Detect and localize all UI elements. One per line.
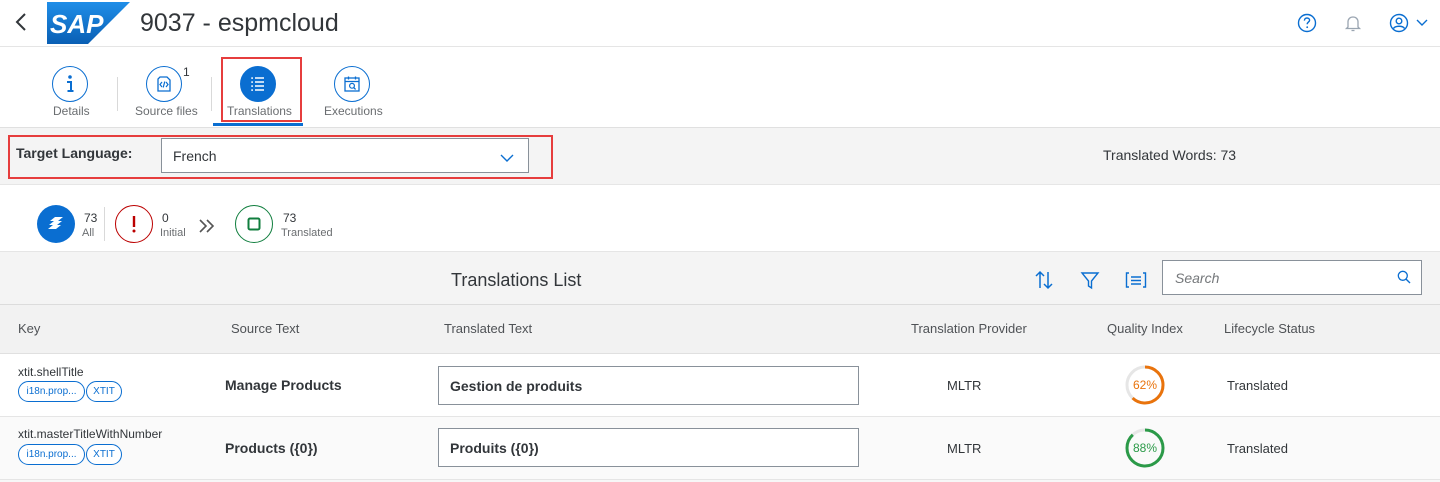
column-header-lifecycle-status[interactable]: Lifecycle Status: [1224, 321, 1315, 336]
sap-logo: SAP: [47, 2, 130, 44]
quality-index-ring: 88%: [1124, 427, 1166, 469]
source-text: Products ({0}): [225, 440, 318, 456]
tab-separator: [117, 77, 118, 111]
flow-node-translated[interactable]: [235, 205, 273, 243]
tab-executions[interactable]: Executions: [318, 47, 386, 127]
back-icon[interactable]: [10, 10, 32, 34]
filter-button[interactable]: [1076, 266, 1104, 294]
exclamation-icon: [132, 216, 136, 233]
tab-source-files[interactable]: 1 Source files: [128, 47, 202, 127]
translated-text-input[interactable]: Gestion de produits: [438, 366, 859, 405]
translated-text-input[interactable]: Produits ({0}): [438, 428, 859, 467]
file-chip[interactable]: i18n.prop...: [18, 444, 85, 465]
user-avatar-icon[interactable]: [1388, 12, 1410, 34]
calendar-search-icon: [334, 66, 370, 102]
tab-count-badge: 1: [183, 65, 190, 79]
group-list-icon: [1125, 272, 1147, 288]
search-icon[interactable]: [1397, 270, 1411, 289]
chevron-down-icon[interactable]: [1414, 12, 1430, 34]
help-icon[interactable]: [1296, 12, 1318, 34]
column-header-translated-text[interactable]: Translated Text: [444, 321, 532, 336]
tab-separator: [211, 77, 212, 111]
row-key: xtit.shellTitle: [18, 365, 84, 379]
square-icon: [247, 217, 261, 231]
tab-details[interactable]: Details: [40, 47, 100, 127]
filter-icon: [1080, 272, 1100, 290]
column-header-source-text[interactable]: Source Text: [231, 321, 299, 336]
double-chevron-right-icon: [198, 218, 218, 239]
app-title: 9037 - espmcloud: [140, 9, 339, 37]
lifecycle-status: Translated: [1227, 441, 1288, 456]
target-language-highlight: [8, 135, 553, 179]
file-chip[interactable]: i18n.prop...: [18, 381, 85, 402]
selected-tab-indicator: [213, 123, 303, 126]
translation-provider: MLTR: [947, 378, 982, 393]
column-header-quality-index[interactable]: Quality Index: [1107, 321, 1183, 336]
flow-node-all[interactable]: [37, 205, 75, 243]
type-chip[interactable]: XTIT: [86, 444, 122, 465]
column-header-key[interactable]: Key: [18, 321, 40, 336]
row-key: xtit.masterTitleWithNumber: [18, 427, 163, 441]
info-icon: [52, 66, 88, 102]
svg-text:SAP: SAP: [50, 9, 104, 39]
source-code-icon: [146, 66, 182, 102]
table-title: Translations List: [451, 270, 582, 290]
flow-node-initial[interactable]: [115, 205, 153, 243]
source-text: Manage Products: [225, 377, 342, 393]
translations-tab-highlight: [221, 57, 302, 122]
translation-provider: MLTR: [947, 441, 982, 456]
sort-icon: [1035, 270, 1053, 290]
sort-button[interactable]: [1030, 266, 1058, 294]
column-header-translation-provider[interactable]: Translation Provider: [911, 321, 1027, 336]
flow-separator: [104, 207, 105, 241]
search-input[interactable]: [1175, 268, 1385, 288]
lifecycle-status: Translated: [1227, 378, 1288, 393]
quality-index-ring: 62%: [1124, 364, 1166, 406]
search-field[interactable]: [1162, 260, 1422, 295]
translated-words-count: Translated Words: 73: [1103, 147, 1237, 163]
all-stack-icon: [48, 217, 63, 229]
notification-bell-icon[interactable]: [1342, 12, 1364, 34]
type-chip[interactable]: XTIT: [86, 381, 122, 402]
group-button[interactable]: [1122, 266, 1150, 294]
